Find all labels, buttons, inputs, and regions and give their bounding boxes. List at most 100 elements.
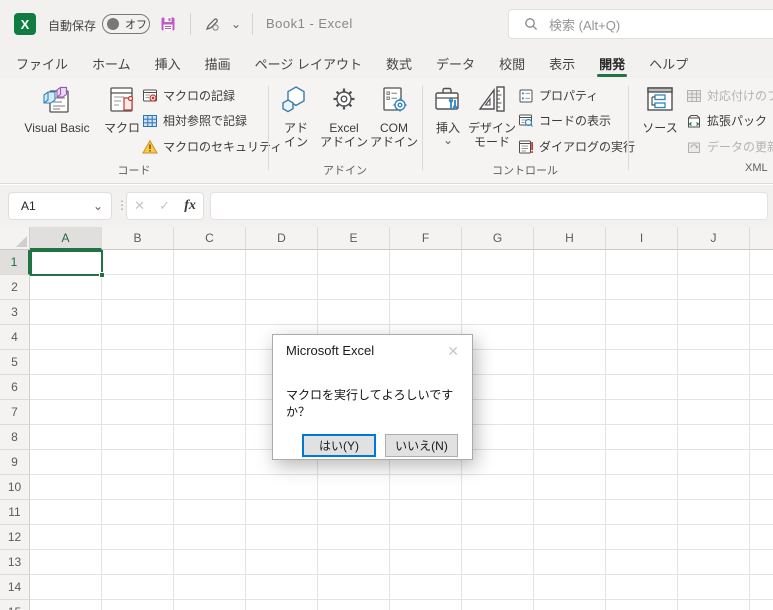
cell-C14[interactable] bbox=[174, 575, 246, 600]
cell-H10[interactable] bbox=[534, 475, 606, 500]
insert-function-button[interactable]: fx bbox=[184, 198, 196, 214]
cell-G13[interactable] bbox=[462, 550, 534, 575]
cell-filler[interactable] bbox=[750, 300, 773, 325]
cancel-entry-button[interactable]: ✕ bbox=[134, 198, 145, 214]
cell-B10[interactable] bbox=[102, 475, 174, 500]
cell-C12[interactable] bbox=[174, 525, 246, 550]
cell-C5[interactable] bbox=[174, 350, 246, 375]
cell-J15[interactable] bbox=[678, 600, 750, 610]
cell-A13[interactable] bbox=[30, 550, 102, 575]
column-header-B[interactable]: B bbox=[102, 227, 174, 250]
cell-J13[interactable] bbox=[678, 550, 750, 575]
cell-C1[interactable] bbox=[174, 250, 246, 275]
cell-H12[interactable] bbox=[534, 525, 606, 550]
cell-C6[interactable] bbox=[174, 375, 246, 400]
cell-G2[interactable] bbox=[462, 275, 534, 300]
row-header-5[interactable]: 5 bbox=[0, 350, 30, 375]
cell-G3[interactable] bbox=[462, 300, 534, 325]
cell-I11[interactable] bbox=[606, 500, 678, 525]
cell-B14[interactable] bbox=[102, 575, 174, 600]
view-code-button[interactable]: コードの表示 bbox=[518, 112, 611, 129]
cell-F2[interactable] bbox=[390, 275, 462, 300]
cell-D14[interactable] bbox=[246, 575, 318, 600]
map-properties-button[interactable]: 対応付けのプ bbox=[686, 87, 773, 104]
xml-source-button[interactable]: ソース bbox=[638, 83, 682, 159]
tab-描画[interactable]: 描画 bbox=[193, 48, 243, 79]
cell-A3[interactable] bbox=[30, 300, 102, 325]
row-header-3[interactable]: 3 bbox=[0, 300, 30, 325]
row-header-12[interactable]: 12 bbox=[0, 525, 30, 550]
macro-security-button[interactable]: マクロのセキュリティ bbox=[142, 138, 282, 155]
column-header-E[interactable]: E bbox=[318, 227, 390, 250]
cell-G15[interactable] bbox=[462, 600, 534, 610]
cell-filler[interactable] bbox=[750, 525, 773, 550]
cell-D15[interactable] bbox=[246, 600, 318, 610]
cell-filler[interactable] bbox=[750, 250, 773, 275]
cell-J3[interactable] bbox=[678, 300, 750, 325]
cell-J14[interactable] bbox=[678, 575, 750, 600]
column-header-G[interactable]: G bbox=[462, 227, 534, 250]
cell-I2[interactable] bbox=[606, 275, 678, 300]
column-header-F[interactable]: F bbox=[390, 227, 462, 250]
cell-E15[interactable] bbox=[318, 600, 390, 610]
search-input[interactable]: 検索 (Alt+Q) bbox=[508, 9, 773, 39]
cell-I12[interactable] bbox=[606, 525, 678, 550]
cell-B9[interactable] bbox=[102, 450, 174, 475]
cell-A11[interactable] bbox=[30, 500, 102, 525]
cell-filler[interactable] bbox=[750, 325, 773, 350]
cell-B6[interactable] bbox=[102, 375, 174, 400]
cell-B7[interactable] bbox=[102, 400, 174, 425]
tab-開発[interactable]: 開発 bbox=[587, 48, 637, 79]
expansion-packs-button[interactable]: 拡張パック bbox=[686, 112, 767, 129]
cell-E2[interactable] bbox=[318, 275, 390, 300]
cell-A9[interactable] bbox=[30, 450, 102, 475]
cell-H11[interactable] bbox=[534, 500, 606, 525]
cell-A4[interactable] bbox=[30, 325, 102, 350]
cell-H6[interactable] bbox=[534, 375, 606, 400]
cell-I9[interactable] bbox=[606, 450, 678, 475]
cell-H4[interactable] bbox=[534, 325, 606, 350]
cell-G11[interactable] bbox=[462, 500, 534, 525]
cell-I6[interactable] bbox=[606, 375, 678, 400]
cell-J11[interactable] bbox=[678, 500, 750, 525]
cell-F10[interactable] bbox=[390, 475, 462, 500]
cell-H14[interactable] bbox=[534, 575, 606, 600]
cell-E12[interactable] bbox=[318, 525, 390, 550]
cell-F11[interactable] bbox=[390, 500, 462, 525]
row-header-1[interactable]: 1 bbox=[0, 250, 30, 275]
tab-ヘルプ[interactable]: ヘルプ bbox=[637, 48, 700, 79]
cell-A8[interactable] bbox=[30, 425, 102, 450]
cell-J5[interactable] bbox=[678, 350, 750, 375]
cell-E14[interactable] bbox=[318, 575, 390, 600]
cell-filler[interactable] bbox=[750, 500, 773, 525]
tab-校閲[interactable]: 校閲 bbox=[487, 48, 537, 79]
cell-B13[interactable] bbox=[102, 550, 174, 575]
cell-H5[interactable] bbox=[534, 350, 606, 375]
row-header-4[interactable]: 4 bbox=[0, 325, 30, 350]
cell-C2[interactable] bbox=[174, 275, 246, 300]
tab-挿入[interactable]: 挿入 bbox=[143, 48, 193, 79]
tab-データ[interactable]: データ bbox=[424, 48, 487, 79]
cell-filler[interactable] bbox=[750, 475, 773, 500]
cell-filler[interactable] bbox=[750, 600, 773, 610]
column-header-A[interactable]: A bbox=[30, 227, 102, 250]
cell-B5[interactable] bbox=[102, 350, 174, 375]
cell-E11[interactable] bbox=[318, 500, 390, 525]
cell-B12[interactable] bbox=[102, 525, 174, 550]
row-header-15[interactable]: 15 bbox=[0, 600, 30, 610]
cell-F1[interactable] bbox=[390, 250, 462, 275]
cell-C8[interactable] bbox=[174, 425, 246, 450]
design-mode-button[interactable]: デザイン モード bbox=[468, 83, 516, 159]
run-dialog-button[interactable]: ダイアログの実行 bbox=[518, 138, 635, 155]
cell-E3[interactable] bbox=[318, 300, 390, 325]
record-macro-button[interactable]: マクロの記録 bbox=[142, 87, 235, 104]
cell-I5[interactable] bbox=[606, 350, 678, 375]
cell-H9[interactable] bbox=[534, 450, 606, 475]
cell-H1[interactable] bbox=[534, 250, 606, 275]
cell-J7[interactable] bbox=[678, 400, 750, 425]
cell-C15[interactable] bbox=[174, 600, 246, 610]
cell-F3[interactable] bbox=[390, 300, 462, 325]
cell-I15[interactable] bbox=[606, 600, 678, 610]
cell-D3[interactable] bbox=[246, 300, 318, 325]
row-header-10[interactable]: 10 bbox=[0, 475, 30, 500]
